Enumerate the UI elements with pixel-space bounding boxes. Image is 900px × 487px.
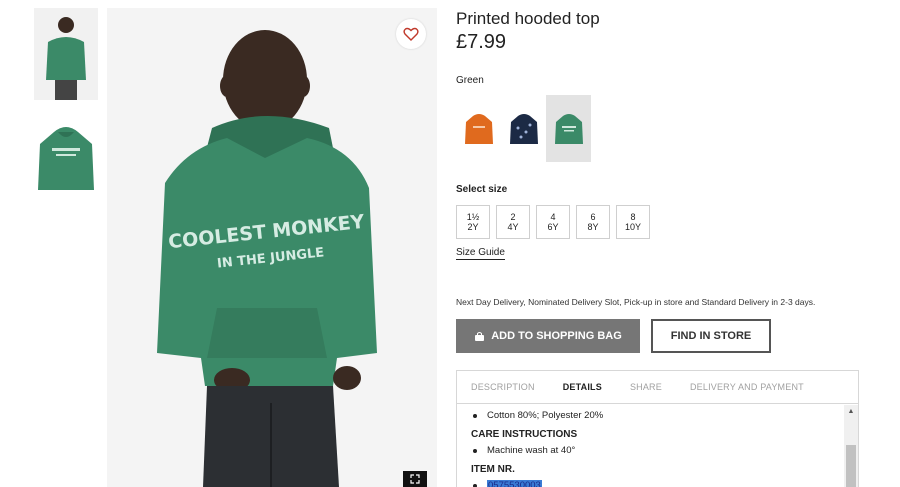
product-price: £7.99 — [456, 31, 507, 53]
list-item: Cotton 80%; Polyester 20% — [471, 410, 845, 421]
list-item: 0575530003 — [471, 480, 845, 487]
size-age: 6 — [590, 212, 596, 222]
favorite-button[interactable] — [396, 19, 426, 49]
size-options: 1½ 2Y 2 4Y 4 6Y 6 8Y 8 10Y — [456, 205, 656, 239]
find-in-store-button[interactable]: FIND IN STORE — [651, 319, 771, 353]
size-age: 2 — [510, 212, 516, 222]
expand-icon — [410, 474, 420, 484]
bullet-dot — [473, 448, 477, 453]
care-heading: CARE INSTRUCTIONS — [471, 429, 578, 440]
tab-delivery-payment[interactable]: DELIVERY AND PAYMENT — [690, 382, 804, 392]
list-item: Machine wash at 40° — [471, 445, 845, 456]
size-guide-link[interactable]: Size Guide — [456, 247, 505, 260]
product-details-panel: DESCRIPTION DETAILS SHARE DELIVERY AND P… — [456, 370, 859, 487]
size-option-2y[interactable]: 1½ 2Y — [456, 205, 490, 239]
item-number-heading: ITEM NR. — [471, 464, 515, 475]
selected-color-label: Green — [456, 75, 484, 86]
size-label: Select size — [456, 184, 508, 195]
model-photo: COOLEST MONKEY IN THE JUNGLE — [107, 8, 437, 487]
add-to-bag-button[interactable]: ADD TO SHOPPING BAG — [456, 319, 640, 353]
care-text: Machine wash at 40° — [487, 445, 576, 456]
bullet-dot — [473, 413, 477, 418]
size-option-6y[interactable]: 4 6Y — [536, 205, 570, 239]
details-tabs: DESCRIPTION DETAILS SHARE DELIVERY AND P… — [457, 371, 858, 404]
swatch-orange[interactable] — [456, 95, 501, 162]
color-swatches — [456, 95, 591, 162]
bag-icon — [475, 331, 485, 341]
green-hoodie-icon — [554, 113, 583, 144]
size-age: 1½ — [466, 212, 480, 222]
thumbnail-model[interactable] — [34, 8, 98, 100]
item-number-value[interactable]: 0575530003 — [487, 480, 542, 487]
tab-share[interactable]: SHARE — [630, 382, 662, 392]
heart-icon — [403, 27, 419, 41]
details-scrollbar[interactable]: ▲ — [844, 405, 858, 487]
scrollbar-thumb[interactable] — [846, 445, 856, 487]
thumbnail-product-image — [38, 127, 94, 190]
size-years: 2Y — [467, 222, 479, 232]
swatch-green[interactable] — [546, 95, 591, 162]
size-option-4y[interactable]: 2 4Y — [496, 205, 530, 239]
size-option-10y[interactable]: 8 10Y — [616, 205, 650, 239]
details-content: Cotton 80%; Polyester 20% CARE INSTRUCTI… — [457, 405, 845, 487]
thumbnail-product[interactable] — [34, 120, 98, 212]
size-years: 6Y — [547, 222, 559, 232]
product-title: Printed hooded top — [456, 9, 600, 28]
expand-image-button[interactable] — [403, 471, 427, 487]
tab-details[interactable]: DETAILS — [563, 382, 602, 392]
size-age: 4 — [550, 212, 556, 222]
size-years: 4Y — [507, 222, 519, 232]
swatch-navy-print[interactable] — [501, 95, 546, 162]
composition-text: Cotton 80%; Polyester 20% — [487, 410, 604, 421]
find-in-store-label: FIND IN STORE — [670, 330, 752, 342]
bullet-dot — [473, 483, 477, 487]
size-option-8y[interactable]: 6 8Y — [576, 205, 610, 239]
chevron-up-icon[interactable]: ▲ — [844, 405, 858, 417]
delivery-info: Next Day Delivery, Nominated Delivery Sl… — [456, 297, 816, 307]
orange-hoodie-icon — [464, 113, 493, 144]
main-product-image: COOLEST MONKEY IN THE JUNGLE — [107, 8, 437, 487]
thumbnail-model-image — [34, 8, 98, 100]
add-to-bag-label: ADD TO SHOPPING BAG — [491, 330, 622, 342]
size-years: 10Y — [624, 222, 641, 232]
navy-hoodie-icon — [509, 113, 538, 144]
size-years: 8Y — [587, 222, 599, 232]
size-age: 8 — [630, 212, 636, 222]
tab-description[interactable]: DESCRIPTION — [471, 382, 535, 392]
